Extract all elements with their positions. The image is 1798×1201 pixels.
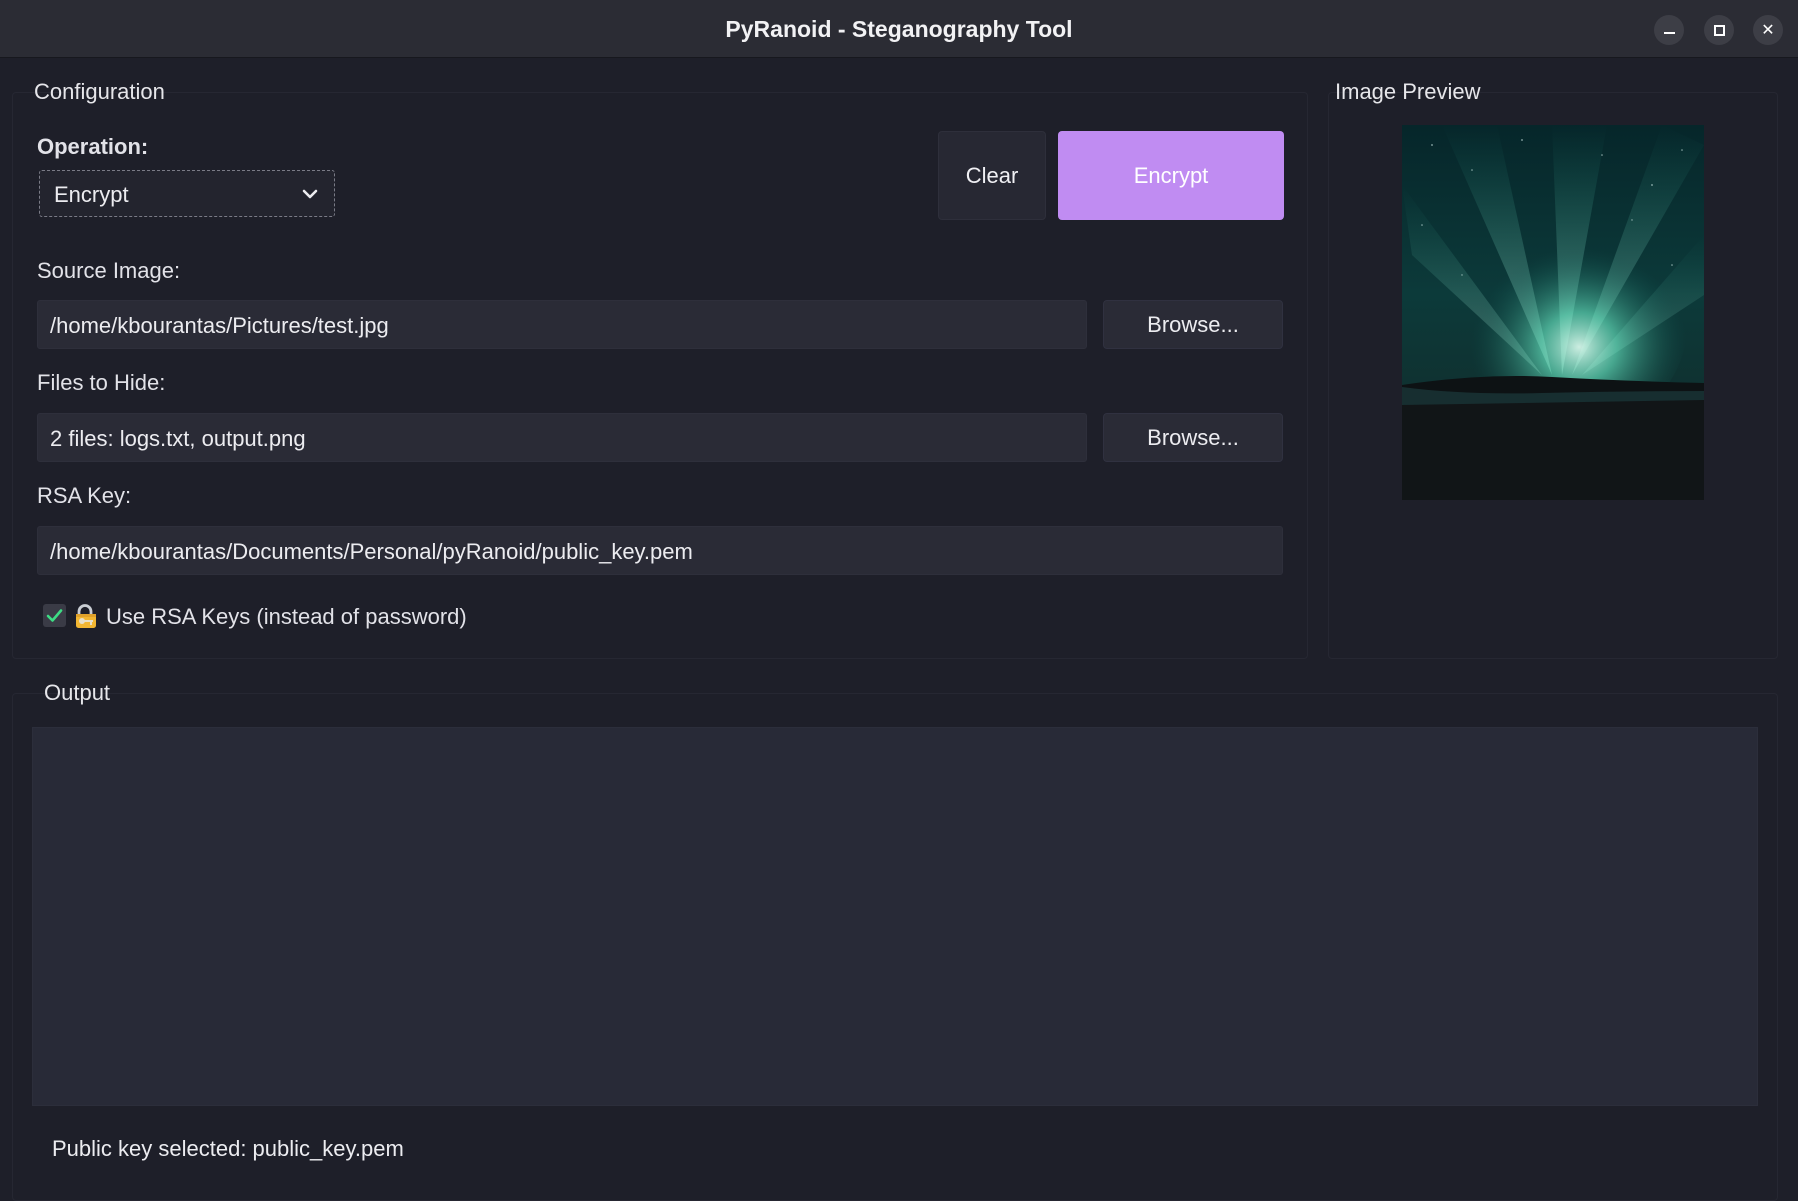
close-button[interactable]: ✕ — [1753, 15, 1783, 45]
rsa-key-label: RSA Key: — [37, 483, 132, 508]
output-log[interactable] — [32, 727, 1758, 1106]
minimize-button[interactable] — [1654, 15, 1684, 45]
close-icon: ✕ — [1761, 22, 1775, 39]
operation-select[interactable]: Encrypt — [39, 170, 335, 217]
checkmark-icon — [46, 609, 63, 622]
title-bar: PyRanoid - Steganography Tool ✕ — [0, 0, 1798, 58]
chevron-down-icon — [302, 189, 318, 199]
window-title: PyRanoid - Steganography Tool — [725, 16, 1073, 42]
image-preview — [1402, 125, 1704, 500]
maximize-button[interactable] — [1704, 15, 1734, 45]
operation-value: Encrypt — [54, 182, 129, 207]
image-preview-title: Image Preview — [1335, 79, 1481, 104]
files-to-hide-label: Files to Hide: — [37, 370, 166, 395]
files-to-hide-input[interactable]: 2 files: logs.txt, output.png — [37, 413, 1087, 462]
locked-with-key-icon — [76, 604, 96, 628]
use-rsa-label[interactable]: Use RSA Keys (instead of password) — [106, 604, 467, 630]
browse-source-image-button[interactable]: Browse... — [1103, 300, 1283, 349]
aurora-image — [1402, 125, 1704, 500]
output-title: Output — [44, 680, 111, 705]
rsa-key-input[interactable]: /home/kbourantas/Documents/Personal/pyRa… — [37, 526, 1283, 575]
operation-label: Operation: — [37, 134, 149, 159]
maximize-icon — [1713, 24, 1725, 36]
encrypt-button[interactable]: Encrypt — [1058, 131, 1284, 220]
minimize-icon — [1663, 32, 1675, 34]
use-rsa-checkbox[interactable] — [43, 604, 66, 627]
clear-button[interactable]: Clear — [938, 131, 1046, 220]
source-image-label: Source Image: — [37, 258, 181, 283]
browse-files-button[interactable]: Browse... — [1103, 413, 1283, 462]
source-image-input[interactable]: /home/kbourantas/Pictures/test.jpg — [37, 300, 1087, 349]
status-text: Public key selected: public_key.pem — [52, 1136, 404, 1161]
configuration-title: Configuration — [34, 79, 165, 104]
